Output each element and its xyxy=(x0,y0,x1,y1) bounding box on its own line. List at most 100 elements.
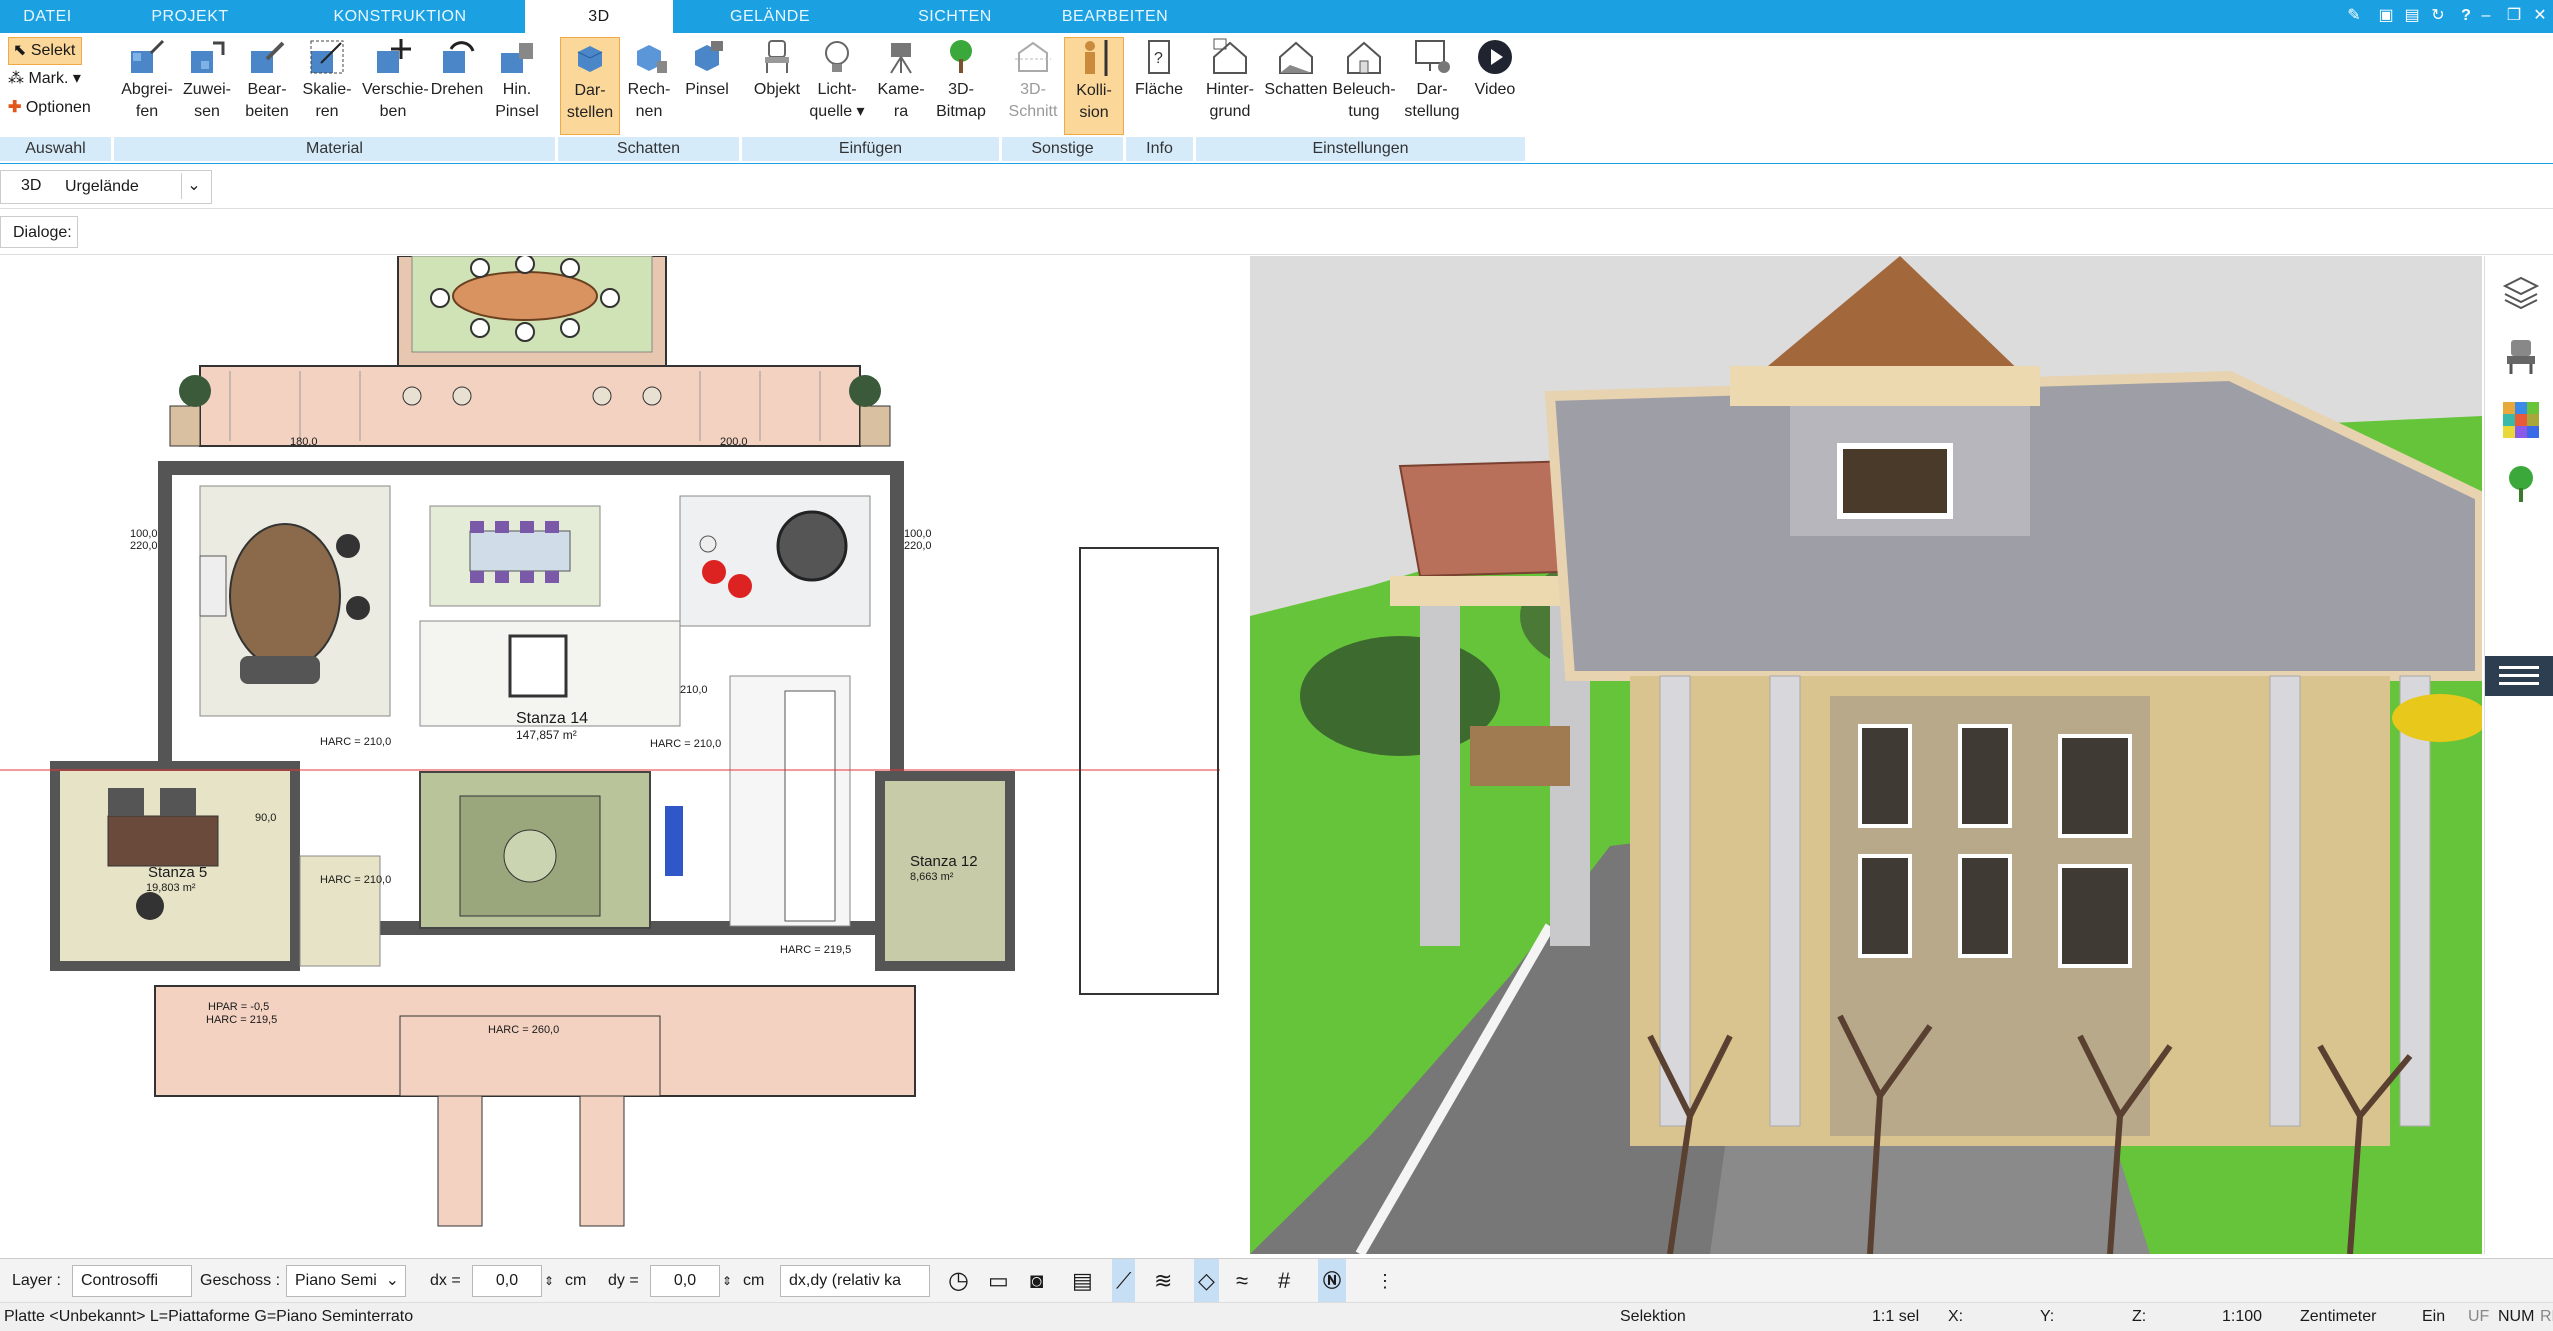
abgreifen-button[interactable]: Abgrei- fen xyxy=(118,37,176,123)
monitor-icon[interactable]: ▭ xyxy=(988,1259,1009,1303)
tab-sichten[interactable]: SICHTEN xyxy=(890,0,1020,33)
group-label-einstellungen: Einstellungen xyxy=(1196,137,1526,161)
restore-icon[interactable]: ❐ xyxy=(2502,4,2526,28)
floor-icon[interactable]: ◇ xyxy=(1194,1259,1219,1303)
dimension-label: HARC = 210,0 xyxy=(650,738,722,750)
layers-icon[interactable]: ▤ xyxy=(1072,1259,1093,1303)
dialoge-label: Dialoge: xyxy=(0,216,78,248)
hintergrund-button[interactable]: Hinter- grund xyxy=(1198,37,1262,123)
3d-bitmap-button[interactable]: 3D- Bitmap xyxy=(932,37,990,123)
north-icon[interactable]: Ⓝ xyxy=(1318,1259,1346,1303)
chevron-down-icon[interactable]: ⌄ xyxy=(181,173,206,199)
close-icon[interactable]: ✕ xyxy=(2528,4,2552,28)
mark-button[interactable]: ⁂ Mark. ▾ xyxy=(8,66,81,92)
group-einstellungen: Hinter- grund Schatten Beleuch- tung Dar… xyxy=(1196,33,1526,161)
status-ein: Ein xyxy=(2422,1308,2446,1325)
tab-projekt[interactable]: PROJEKT xyxy=(120,0,260,33)
kamera-button[interactable]: Kame- ra xyxy=(872,37,930,123)
darstellen-button[interactable]: Dar- stellen xyxy=(560,37,620,135)
mark-icon: ⁂ xyxy=(8,70,24,87)
furniture-icon[interactable] xyxy=(2501,336,2541,376)
pinsel-button[interactable]: Pinsel xyxy=(678,37,736,101)
camera-icon xyxy=(890,43,912,74)
section-cut-icon xyxy=(1015,41,1051,72)
rechnen-button[interactable]: Rech- nen xyxy=(620,37,678,123)
more-icon[interactable]: ⋮ xyxy=(1376,1259,1394,1303)
room-area: 19,803 m² xyxy=(146,882,196,894)
room-area: 8,663 m² xyxy=(910,871,954,883)
3d-house-render xyxy=(1250,256,2482,1254)
plants-icon[interactable] xyxy=(2501,464,2541,504)
objekt-button[interactable]: Objekt xyxy=(748,37,806,101)
wall-icon[interactable]: ≋ xyxy=(1154,1259,1172,1303)
snap-icon[interactable]: ⟋ xyxy=(1112,1259,1136,1303)
edit-material-icon xyxy=(251,41,285,73)
dialog-bar: Dialoge: xyxy=(0,210,2553,255)
dimension-label: HARC = 219,5 xyxy=(780,944,852,956)
materials-icon[interactable] xyxy=(2501,400,2541,440)
folder-icon[interactable]: ▣ xyxy=(2374,4,2398,28)
tab-3d[interactable]: 3D xyxy=(525,0,673,33)
3d-view[interactable] xyxy=(1250,256,2482,1254)
optionen-button[interactable]: ✚ Optionen xyxy=(8,95,91,121)
panel-menu-button[interactable] xyxy=(2485,656,2553,696)
tab-bearbeiten[interactable]: BEARBEITEN xyxy=(1040,0,1190,33)
save-icon[interactable]: ▤ xyxy=(2400,4,2424,28)
bearbeiten-button[interactable]: Bear- beiten xyxy=(238,37,296,123)
dx-stepper-icon[interactable]: ⇕ xyxy=(544,1259,554,1303)
verschieben-button[interactable]: Verschie- ben xyxy=(362,37,429,123)
chevron-down-icon: ▾ xyxy=(72,70,81,87)
dimension-label: 220,0 xyxy=(130,540,158,552)
monitor-settings-icon xyxy=(1415,40,1450,73)
hin-pinsel-button[interactable]: Hin. Pinsel xyxy=(488,37,546,123)
minimize-icon[interactable]: – xyxy=(2474,4,2498,28)
clock-icon[interactable]: ◷ xyxy=(948,1259,969,1303)
status-x: X: xyxy=(1948,1308,1964,1325)
tab-konstruktion[interactable]: KONSTRUKTION xyxy=(300,0,500,33)
kollision-button[interactable]: Kolli- sion xyxy=(1064,37,1124,135)
terrain-select[interactable]: Urgelände xyxy=(65,178,139,196)
floor-plan-view[interactable]: Stanza 14 147,857 m² Stanza 5 19,803 m² … xyxy=(0,256,1220,1232)
camera-icon[interactable]: ◙ xyxy=(1030,1259,1043,1303)
plus-icon: ✚ xyxy=(8,99,22,116)
layers-icon[interactable] xyxy=(2501,272,2541,312)
layer-label: Layer : xyxy=(12,1272,61,1289)
video-button[interactable]: Video xyxy=(1466,37,1524,101)
coordinate-mode-select[interactable]: dx,dy (relativ ka xyxy=(780,1265,930,1297)
room-area: 147,857 m² xyxy=(516,728,577,742)
group-label-info: Info xyxy=(1126,137,1194,161)
cursor-icon: ⬉ xyxy=(13,42,27,59)
selekt-button[interactable]: ⬉ Selekt xyxy=(8,37,83,65)
drehen-button[interactable]: Drehen xyxy=(428,37,486,101)
view-bar: 3D Urgelände ⌄ xyxy=(0,164,2553,209)
zuweisen-button[interactable]: Zuwei- sen xyxy=(178,37,236,123)
terrain-icon[interactable]: ≈ xyxy=(1236,1259,1248,1303)
play-icon xyxy=(1478,40,1512,74)
dimension-label: 100,0 xyxy=(130,528,158,540)
pick-material-icon xyxy=(131,39,165,73)
darstellung-button[interactable]: Dar- stellung xyxy=(1400,37,1464,123)
geschoss-select[interactable]: Piano Semi ⌄ xyxy=(286,1265,406,1297)
tab-gelaende[interactable]: GELÄNDE xyxy=(700,0,840,33)
skalieren-button[interactable]: Skalie- ren xyxy=(298,37,356,123)
dy-stepper-icon[interactable]: ⇕ xyxy=(722,1259,732,1303)
tools-icon[interactable]: ✎ xyxy=(2342,4,2366,28)
group-label-sonstige: Sonstige xyxy=(1002,137,1124,161)
grid-icon[interactable]: # xyxy=(1278,1259,1290,1303)
tab-datei[interactable]: DATEI xyxy=(0,0,95,33)
schatten-settings-button[interactable]: Schatten xyxy=(1264,37,1328,101)
layer-select[interactable]: Controsoffi xyxy=(72,1265,192,1297)
dx-input[interactable]: 0,0 xyxy=(472,1265,542,1297)
dimension-label: 200,0 xyxy=(720,436,748,448)
calculate-shadow-icon xyxy=(637,45,667,73)
group-label-einfuegen: Einfügen xyxy=(742,137,1000,161)
lichtquelle-button[interactable]: Licht- quelle ▾ xyxy=(808,37,866,123)
view-selector[interactable]: 3D Urgelände ⌄ xyxy=(0,170,212,204)
beleuchtung-button[interactable]: Beleuch- tung xyxy=(1332,37,1396,123)
flaeche-button[interactable]: ? Fläche xyxy=(1130,37,1188,101)
dimension-label: HARC = 260,0 xyxy=(488,1024,560,1036)
3d-schnitt-button[interactable]: 3D- Schnitt xyxy=(1004,37,1062,123)
redo-icon[interactable]: ↻ xyxy=(2426,4,2450,28)
status-sel: 1:1 sel xyxy=(1872,1308,1920,1325)
dy-input[interactable]: 0,0 xyxy=(650,1265,720,1297)
